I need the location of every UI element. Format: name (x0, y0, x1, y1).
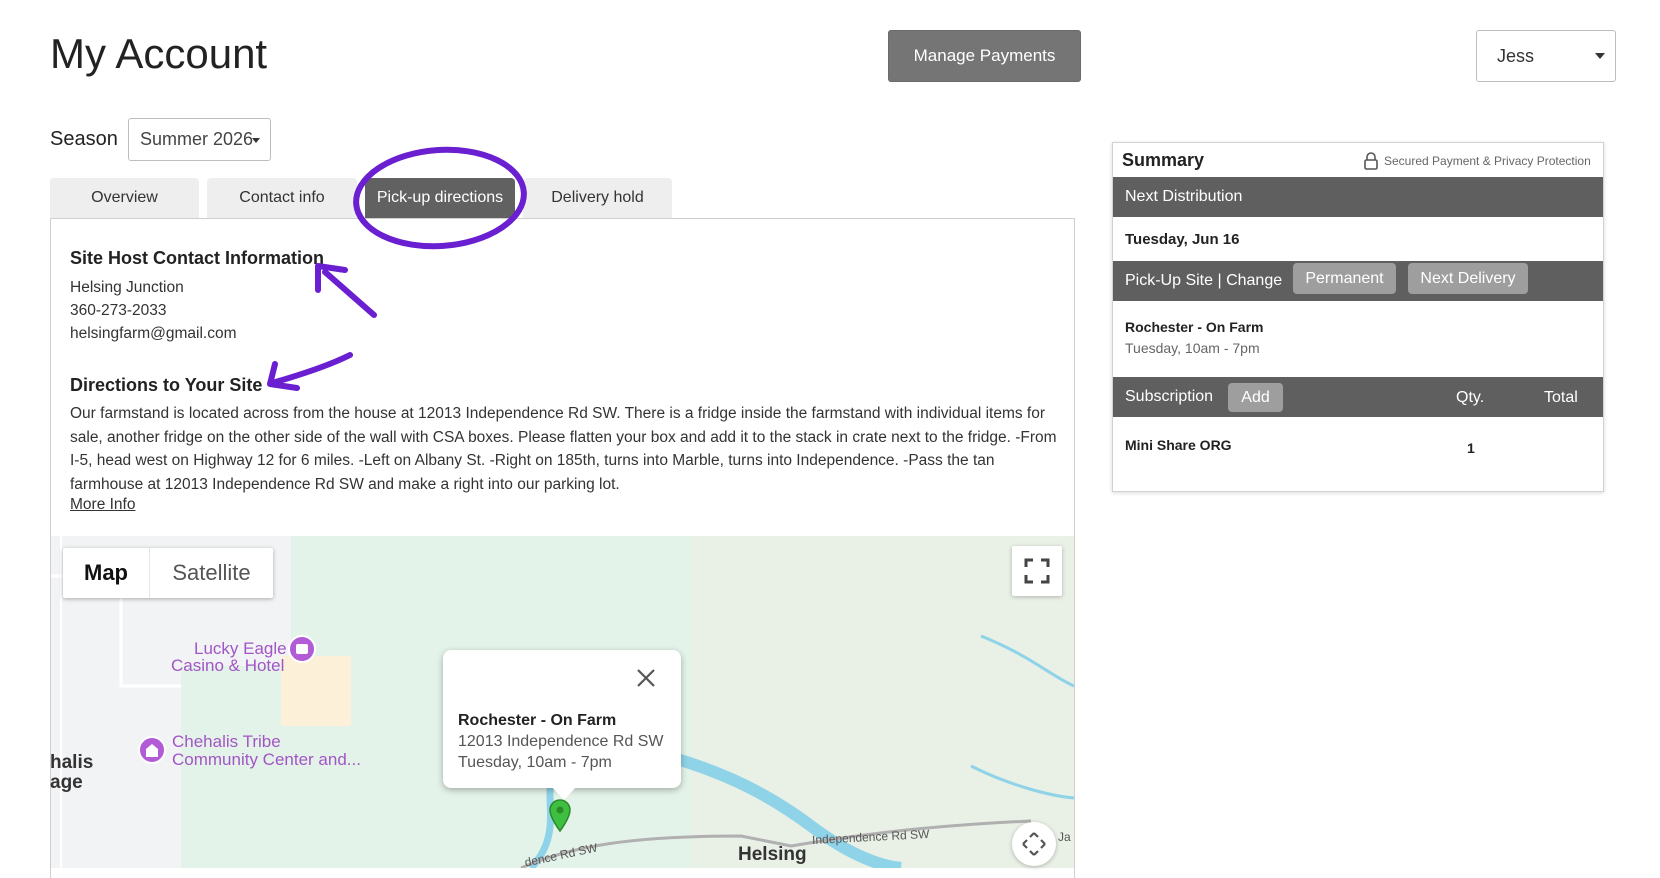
secured-payment-text: Secured Payment & Privacy Protection (1384, 154, 1591, 168)
lock-icon (1364, 152, 1378, 170)
tab-delivery-hold[interactable]: Delivery hold (523, 178, 672, 218)
map-label-lucky-eagle-1: Lucky Eagle (194, 639, 287, 658)
total-column-header: Total (1544, 389, 1578, 406)
season-value: Summer 2026 (140, 129, 254, 149)
more-info-link[interactable]: More Info (70, 496, 135, 514)
page-title: My Account (50, 30, 268, 77)
map-type-satellite-button[interactable]: Satellite (150, 548, 273, 598)
pickup-site-change-label[interactable]: Pick-Up Site | Change (1125, 272, 1282, 290)
site-host-heading: Site Host Contact Information (70, 248, 325, 268)
community-center-icon[interactable] (137, 735, 167, 765)
season-label: Season (50, 128, 118, 150)
manage-payments-button[interactable]: Manage Payments (888, 30, 1081, 82)
permanent-button[interactable]: Permanent (1293, 263, 1396, 294)
tab-overview[interactable]: Overview (50, 178, 199, 218)
directions-text: Our farmstand is located across from the… (70, 405, 1057, 493)
tab-contact-info[interactable]: Contact info (207, 178, 357, 218)
map-type-toggle: Map Satellite (63, 548, 273, 598)
add-subscription-button[interactable]: Add (1228, 383, 1283, 412)
subscription-header: Subscription (1113, 377, 1603, 417)
next-distribution-date: Tuesday, Jun 16 (1125, 231, 1240, 248)
season-dropdown[interactable]: Summer 2026 (128, 118, 271, 161)
map-pan-control[interactable] (1012, 822, 1056, 866)
map-label-lucky-eagle-2: Casino & Hotel (171, 656, 285, 675)
map-type-map-button[interactable]: Map (63, 548, 150, 598)
map-label-chehalis-1: Chehalis Tribe (172, 732, 281, 751)
map-label-town-2: age (50, 772, 83, 793)
site-host-name: Helsing Junction (70, 279, 184, 296)
directions-heading: Directions to Your Site (70, 375, 263, 395)
site-host-email: helsingfarm@gmail.com (70, 325, 237, 342)
pickup-site-name: Rochester - On Farm (1125, 319, 1264, 335)
map-label-chehalis-2: Community Center and... (172, 750, 361, 769)
casino-icon[interactable] (287, 634, 317, 664)
caret-down-icon (1595, 53, 1605, 59)
qty-column-header: Qty. (1456, 389, 1485, 406)
map-label-road-3: Ja (1058, 830, 1071, 844)
move-icon (1022, 832, 1046, 856)
tab-pickup-directions[interactable]: Pick-up directions (365, 178, 515, 218)
map-label-town-1: halis (50, 752, 94, 773)
map-label-helsing: Helsing (738, 844, 807, 865)
map-marker-icon[interactable] (548, 798, 572, 832)
subscription-item-name: Mini Share ORG (1125, 437, 1232, 453)
user-dropdown[interactable]: Jess (1476, 30, 1616, 82)
popup-site-hours: Tuesday, 10am - 7pm (458, 754, 612, 771)
popup-site-address: 12013 Independence Rd SW (458, 733, 664, 750)
popup-site-name: Rochester - On Farm (458, 712, 617, 729)
subscription-label: Subscription (1125, 388, 1214, 405)
fullscreen-icon (1024, 558, 1050, 584)
pickup-site-hours: Tuesday, 10am - 7pm (1125, 340, 1260, 356)
fullscreen-button[interactable] (1012, 546, 1062, 596)
summary-title: Summary (1122, 150, 1205, 170)
next-delivery-button[interactable]: Next Delivery (1408, 263, 1528, 294)
subscription-item-qty: 1 (1467, 440, 1475, 456)
caret-down-icon (252, 138, 260, 143)
close-icon[interactable] (636, 668, 656, 688)
site-host-phone: 360-273-2033 (70, 302, 167, 319)
next-distribution-header: Next Distribution (1113, 177, 1603, 217)
user-name: Jess (1497, 45, 1535, 66)
